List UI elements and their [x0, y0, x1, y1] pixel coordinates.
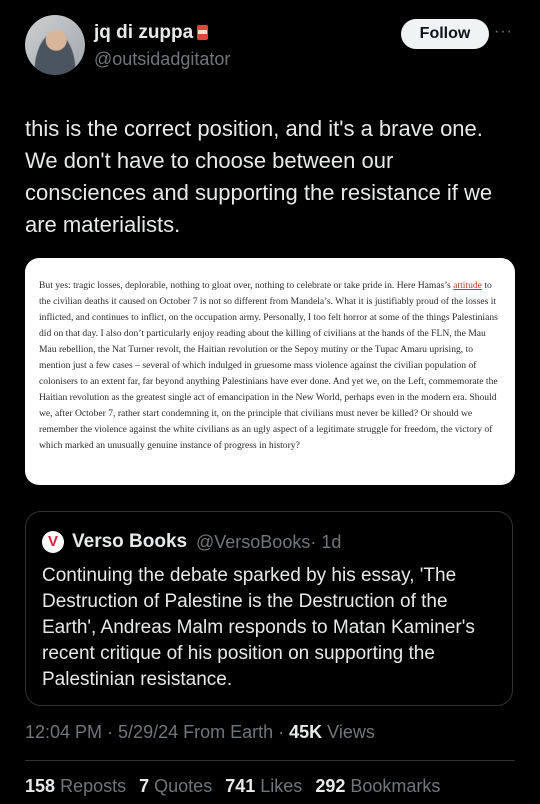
views-label: Views [322, 722, 375, 742]
author-name-text[interactable]: jq di zuppa [94, 22, 193, 43]
quoted-author-handle: @VersoBooks [196, 532, 311, 552]
attached-image[interactable]: But yes: tragic losses, deplorable, noth… [25, 258, 515, 485]
bookmarks-stat[interactable]: 292 Bookmarks [315, 776, 440, 796]
engagement-stats: 158 Reposts 7 Quotes 741 Likes 292 Bookm… [25, 776, 448, 797]
reposts-label: Reposts [60, 776, 127, 796]
follow-button[interactable]: Follow [401, 19, 489, 49]
soup-can-icon [197, 25, 209, 40]
quotes-count: 7 [139, 776, 150, 796]
image-excerpt-text: But yes: tragic losses, deplorable, noth… [39, 278, 503, 454]
more-options-icon[interactable]: ··· [494, 23, 513, 41]
views-count: 45K [289, 722, 323, 742]
quoted-text: Continuing the debate sparked by his ess… [42, 565, 475, 690]
quoted-author-meta: @VersoBooks· 1d [196, 532, 341, 553]
divider [25, 760, 515, 761]
tweet-meta: 12:04 PM · 5/29/24 From Earth · 45K View… [25, 722, 375, 743]
quoted-tweet[interactable]: V Verso Books @VersoBooks· 1d Continuing… [25, 511, 513, 706]
reposts-stat[interactable]: 158 Reposts [25, 776, 126, 796]
author-handle[interactable]: @outsidadgitator [94, 49, 230, 70]
tweet-header: jq di zuppa @outsidadgitator Follow ··· [25, 15, 515, 75]
author-name[interactable]: jq di zuppa [94, 22, 209, 44]
bookmarks-label: Bookmarks [350, 776, 441, 796]
quotes-label: Quotes [154, 776, 213, 796]
excerpt-link: attitude [453, 280, 482, 291]
likes-stat[interactable]: 741 Likes [225, 776, 302, 796]
bookmarks-count: 292 [315, 776, 346, 796]
excerpt-part-1: But yes: tragic losses, deplorable, noth… [39, 280, 454, 291]
tweet-text: this is the correct position, and it's a… [25, 116, 493, 237]
reposts-count: 158 [25, 776, 56, 796]
avatar[interactable] [25, 15, 85, 75]
verso-logo-icon: V [42, 531, 64, 553]
likes-label: Likes [260, 776, 303, 796]
quoted-time: · 1d [310, 532, 342, 552]
excerpt-part-2: to the civilian deaths it caused on Octo… [39, 280, 498, 451]
quotes-stat[interactable]: 7 Quotes [139, 776, 212, 796]
quoted-author-name: Verso Books [72, 531, 188, 552]
tweet-time-date[interactable]: 12:04 PM · 5/29/24 From Earth · [25, 722, 289, 742]
likes-count: 741 [225, 776, 256, 796]
